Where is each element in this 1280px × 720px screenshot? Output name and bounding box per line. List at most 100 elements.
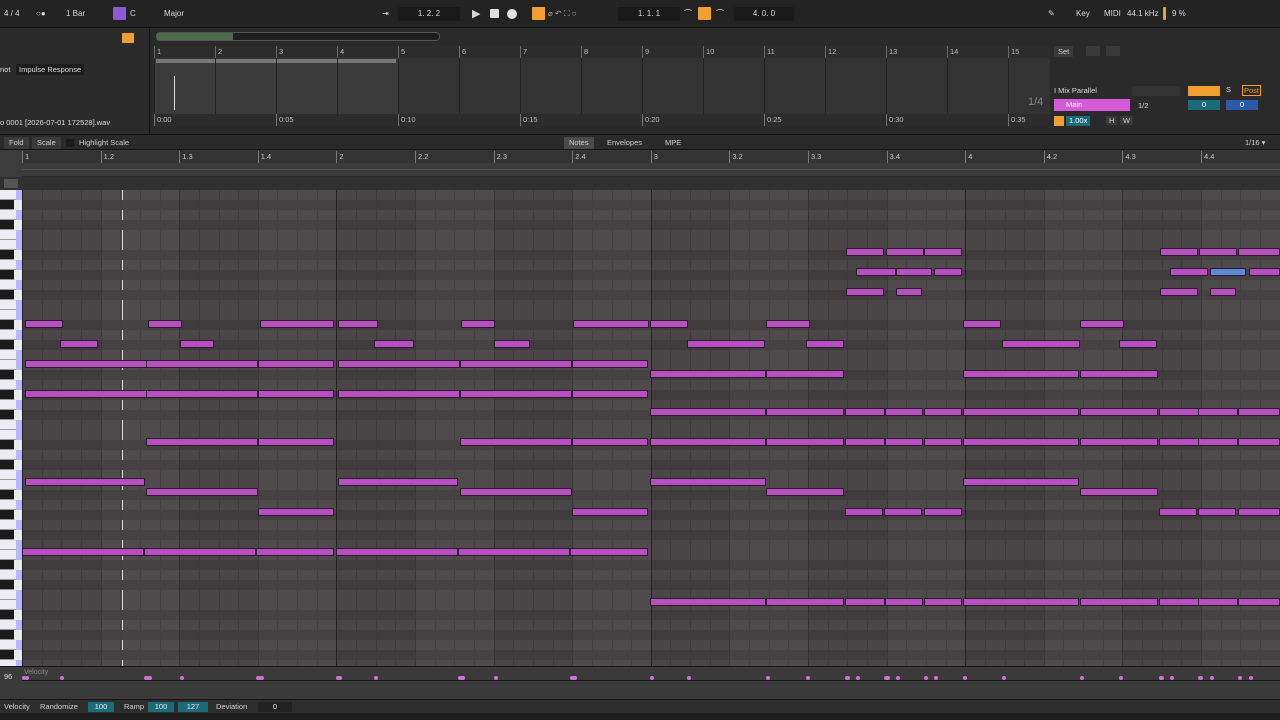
piano-key[interactable]: [0, 570, 22, 580]
midi-note[interactable]: [146, 390, 258, 398]
midi-note[interactable]: [25, 478, 145, 486]
midi-note[interactable]: [1159, 408, 1199, 416]
midi-note[interactable]: [1159, 598, 1199, 606]
midi-note[interactable]: [146, 438, 258, 446]
note-grid[interactable]: [22, 190, 1280, 666]
piano-key[interactable]: [0, 420, 22, 430]
loop-switch-icon[interactable]: [698, 7, 711, 20]
mix-fader[interactable]: [1188, 86, 1220, 96]
midi-note[interactable]: [258, 360, 334, 368]
overview-scrollbar[interactable]: [156, 32, 440, 41]
solo-button[interactable]: S: [1226, 85, 1231, 94]
midi-note[interactable]: [1159, 508, 1197, 516]
midi-note[interactable]: [1080, 598, 1158, 606]
velocity-handle[interactable]: [650, 676, 654, 680]
metronome-toggle[interactable]: ○●: [36, 7, 46, 21]
piano-key[interactable]: [0, 500, 22, 510]
midi-note[interactable]: [1199, 248, 1237, 256]
midi-note[interactable]: [1160, 248, 1198, 256]
midi-note[interactable]: [963, 370, 1079, 378]
headphones-icon[interactable]: [4, 179, 18, 188]
piano-key[interactable]: [0, 450, 22, 460]
velocity-handle[interactable]: [374, 676, 378, 680]
midi-note[interactable]: [460, 390, 572, 398]
midi-note[interactable]: [846, 248, 884, 256]
midi-note[interactable]: [846, 288, 884, 296]
piano-key[interactable]: [0, 620, 22, 630]
midi-note[interactable]: [963, 438, 1079, 446]
volume-value[interactable]: 0: [1188, 100, 1220, 110]
midi-note[interactable]: [924, 508, 962, 516]
midi-note[interactable]: [1119, 340, 1157, 348]
midi-note[interactable]: [1238, 508, 1280, 516]
midi-note[interactable]: [885, 438, 923, 446]
midi-note[interactable]: [884, 508, 922, 516]
midi-note[interactable]: [258, 390, 334, 398]
save-icon[interactable]: [1106, 46, 1120, 56]
midi-note[interactable]: [1210, 268, 1246, 276]
half-button[interactable]: H: [1106, 116, 1118, 125]
piano-keyboard[interactable]: [0, 190, 22, 670]
piano-key[interactable]: [0, 430, 22, 440]
velocity-handle[interactable]: [1249, 676, 1253, 680]
ramp-end[interactable]: 127: [178, 702, 208, 712]
piano-key[interactable]: [0, 610, 14, 620]
mix-track-name[interactable]: I Mix Parallel: [1054, 86, 1097, 95]
piano-key[interactable]: [0, 370, 14, 380]
piano-key[interactable]: [0, 340, 14, 350]
piano-key[interactable]: [0, 250, 14, 260]
midi-note[interactable]: [460, 360, 572, 368]
midi-note[interactable]: [924, 598, 962, 606]
velocity-handle[interactable]: [256, 676, 260, 680]
velocity-handle[interactable]: [180, 676, 184, 680]
midi-note[interactable]: [25, 360, 147, 368]
midi-note[interactable]: [934, 268, 962, 276]
velocity-handle[interactable]: [856, 676, 860, 680]
velocity-handle[interactable]: [458, 676, 462, 680]
tab-envelopes[interactable]: Envelopes: [602, 137, 647, 149]
editor-ruler[interactable]: 1 1.2 1.3 1.4 2 2.2 2.3 2.4 3 3.2 3.3 3.4 4 4.2 4.3 4.4: [22, 151, 1280, 163]
piano-key[interactable]: [0, 600, 22, 610]
velocity-handle[interactable]: [1170, 676, 1174, 680]
midi-note[interactable]: [1080, 438, 1158, 446]
loop-start[interactable]: 1. 1. 1: [618, 7, 680, 21]
stop-button[interactable]: [490, 9, 499, 18]
midi-note[interactable]: [336, 548, 458, 556]
midi-note[interactable]: [963, 408, 1079, 416]
midi-note[interactable]: [1160, 288, 1198, 296]
piano-key[interactable]: [0, 480, 22, 490]
piano-key[interactable]: [0, 440, 14, 450]
piano-key[interactable]: [0, 390, 14, 400]
piano-key[interactable]: [0, 580, 14, 590]
ramp-button[interactable]: Ramp: [124, 702, 144, 712]
velocity-handle[interactable]: [687, 676, 691, 680]
midi-note[interactable]: [766, 598, 844, 606]
piano-key[interactable]: [0, 530, 14, 540]
midi-note[interactable]: [963, 320, 1001, 328]
piano-key[interactable]: [0, 630, 14, 640]
midi-note[interactable]: [963, 598, 1079, 606]
midi-note[interactable]: [460, 488, 572, 496]
midi-note[interactable]: [1238, 408, 1280, 416]
piano-key[interactable]: [0, 520, 22, 530]
midi-note[interactable]: [60, 340, 98, 348]
midi-note[interactable]: [845, 408, 885, 416]
piano-key[interactable]: [0, 360, 22, 370]
velocity-handle[interactable]: [60, 676, 64, 680]
scale-button[interactable]: Scale: [32, 137, 61, 149]
velocity-handle[interactable]: [1119, 676, 1123, 680]
midi-note[interactable]: [572, 390, 648, 398]
piano-key[interactable]: [0, 290, 14, 300]
tempo-icon[interactable]: [1054, 116, 1064, 126]
randomize-button[interactable]: Randomize: [40, 702, 78, 712]
midi-note[interactable]: [766, 438, 844, 446]
scale-name[interactable]: Major: [164, 7, 184, 21]
piano-key[interactable]: [0, 190, 22, 200]
velocity-handle[interactable]: [1002, 676, 1006, 680]
song-position[interactable]: 1. 2. 2: [398, 7, 460, 21]
pan-value[interactable]: 0: [1226, 100, 1258, 110]
quantize-menu[interactable]: 1 Bar: [66, 7, 85, 21]
velocity-handle[interactable]: [806, 676, 810, 680]
midi-note[interactable]: [25, 320, 63, 328]
piano-key[interactable]: [0, 260, 22, 270]
